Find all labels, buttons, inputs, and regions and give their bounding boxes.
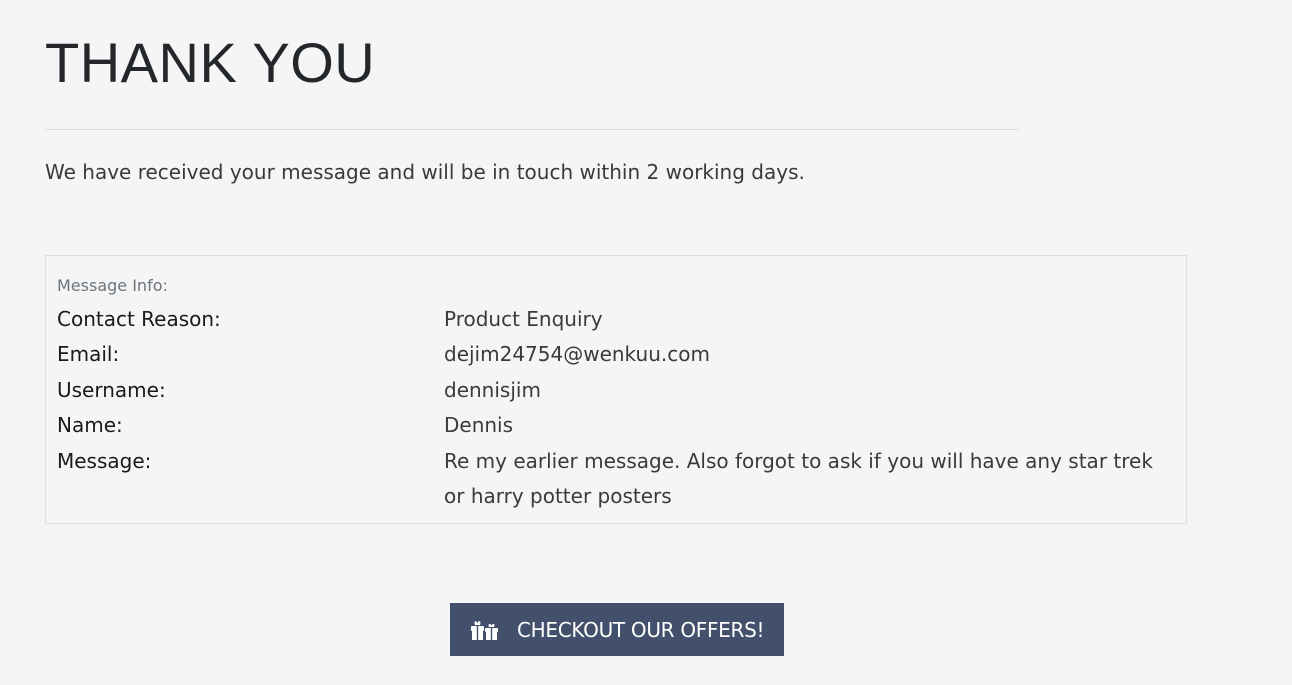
- message-info-panel: Message Info: Contact Reason: Product En…: [45, 255, 1187, 524]
- checkout-offers-button[interactable]: CHECKOUT OUR OFFERS!: [450, 603, 784, 656]
- message-label: Message:: [57, 449, 152, 473]
- username-value: dennisjim: [444, 378, 541, 402]
- gift-icon: [471, 621, 498, 640]
- contact-reason-label: Contact Reason:: [57, 307, 221, 331]
- thank-you-page: THANK YOU We have received your message …: [0, 0, 1292, 685]
- username-label: Username:: [57, 378, 166, 402]
- confirmation-text: We have received your message and will b…: [45, 160, 805, 184]
- name-value: Dennis: [444, 413, 514, 437]
- contact-reason-value: Product Enquiry: [444, 307, 603, 331]
- message-info-heading: Message Info:: [57, 276, 168, 295]
- message-value: Re my earlier message. Also forgot to as…: [444, 449, 1153, 508]
- divider: [45, 129, 1019, 130]
- page-title: THANK YOU: [45, 31, 376, 94]
- checkout-offers-label: CHECKOUT OUR OFFERS!: [517, 618, 765, 642]
- name-label: Name:: [57, 413, 123, 437]
- email-label: Email:: [57, 342, 120, 366]
- email-value: dejim24754@wenkuu.com: [444, 342, 710, 366]
